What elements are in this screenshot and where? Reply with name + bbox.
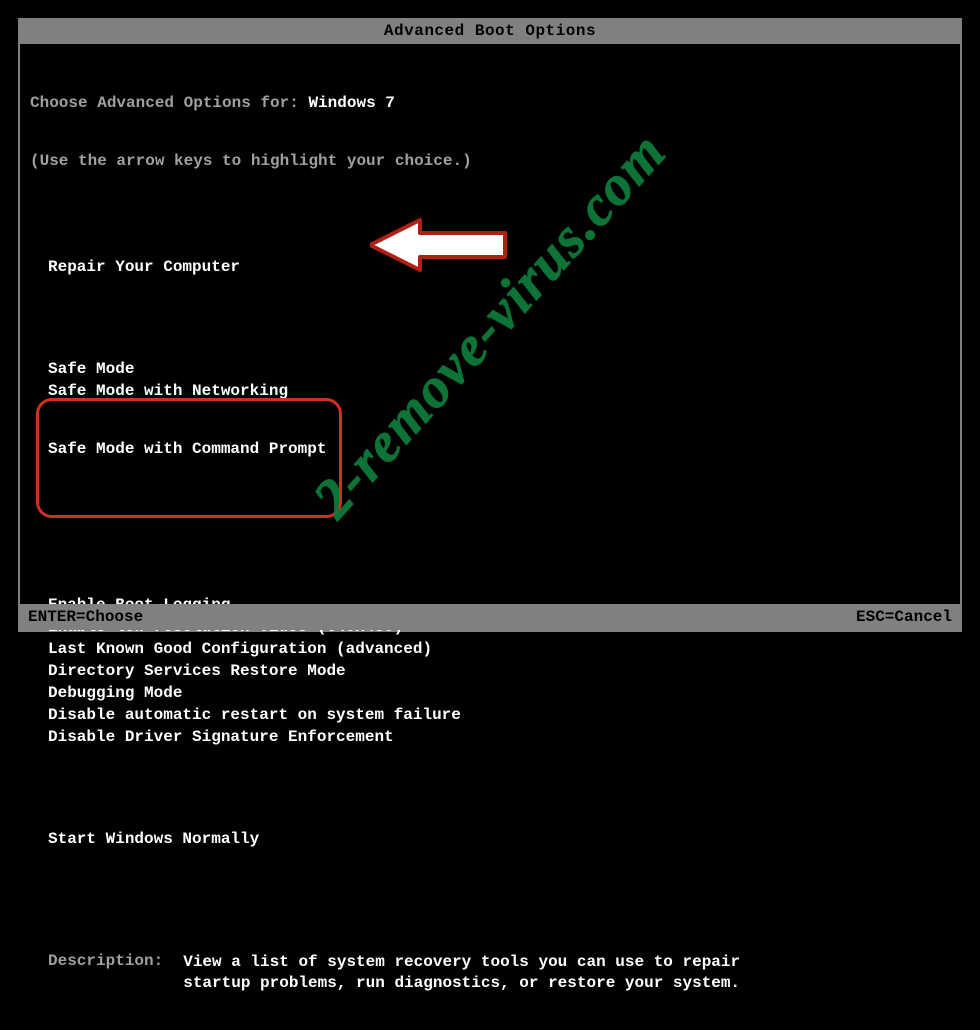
os-name: Windows 7	[308, 94, 394, 112]
choose-prefix: Choose Advanced Options for:	[30, 94, 308, 112]
option-last-known-good[interactable]: Last Known Good Configuration (advanced)	[48, 640, 432, 658]
footer-esc: ESC=Cancel	[856, 608, 952, 626]
option-debugging[interactable]: Debugging Mode	[48, 684, 182, 702]
footer-bar: ENTER=Choose ESC=Cancel	[20, 604, 960, 630]
content-area: Choose Advanced Options for: Windows 7 (…	[20, 44, 960, 1030]
description-text: View a list of system recovery tools you…	[183, 952, 743, 994]
option-group-normal: Start Windows Normally	[48, 830, 950, 848]
description-block: Description: View a list of system recov…	[48, 952, 950, 994]
option-safe-mode-cmd-highlighted[interactable]: Safe Mode with Command Prompt	[48, 404, 326, 512]
window-title: Advanced Boot Options	[20, 20, 960, 44]
option-group-safemode: Safe Mode Safe Mode with Networking Safe…	[48, 360, 950, 512]
option-repair-computer[interactable]: Repair Your Computer	[48, 258, 240, 276]
description-label: Description:	[48, 952, 163, 994]
option-safe-mode-networking[interactable]: Safe Mode with Networking	[48, 382, 288, 400]
option-safe-mode[interactable]: Safe Mode	[48, 360, 134, 378]
option-start-normally[interactable]: Start Windows Normally	[48, 830, 259, 848]
option-group-repair: Repair Your Computer	[48, 258, 950, 276]
option-disable-driver-sig[interactable]: Disable Driver Signature Enforcement	[48, 728, 394, 746]
option-safe-mode-cmd[interactable]: Safe Mode with Command Prompt	[48, 440, 326, 458]
arrow-hint: (Use the arrow keys to highlight your ch…	[30, 152, 950, 170]
boot-options-window: Advanced Boot Options Choose Advanced Op…	[18, 18, 962, 632]
option-disable-auto-restart[interactable]: Disable automatic restart on system fail…	[48, 706, 461, 724]
highlight-ring-icon	[36, 398, 342, 518]
choose-prompt: Choose Advanced Options for: Windows 7	[30, 94, 950, 112]
footer-enter: ENTER=Choose	[28, 608, 143, 626]
option-ds-restore[interactable]: Directory Services Restore Mode	[48, 662, 346, 680]
